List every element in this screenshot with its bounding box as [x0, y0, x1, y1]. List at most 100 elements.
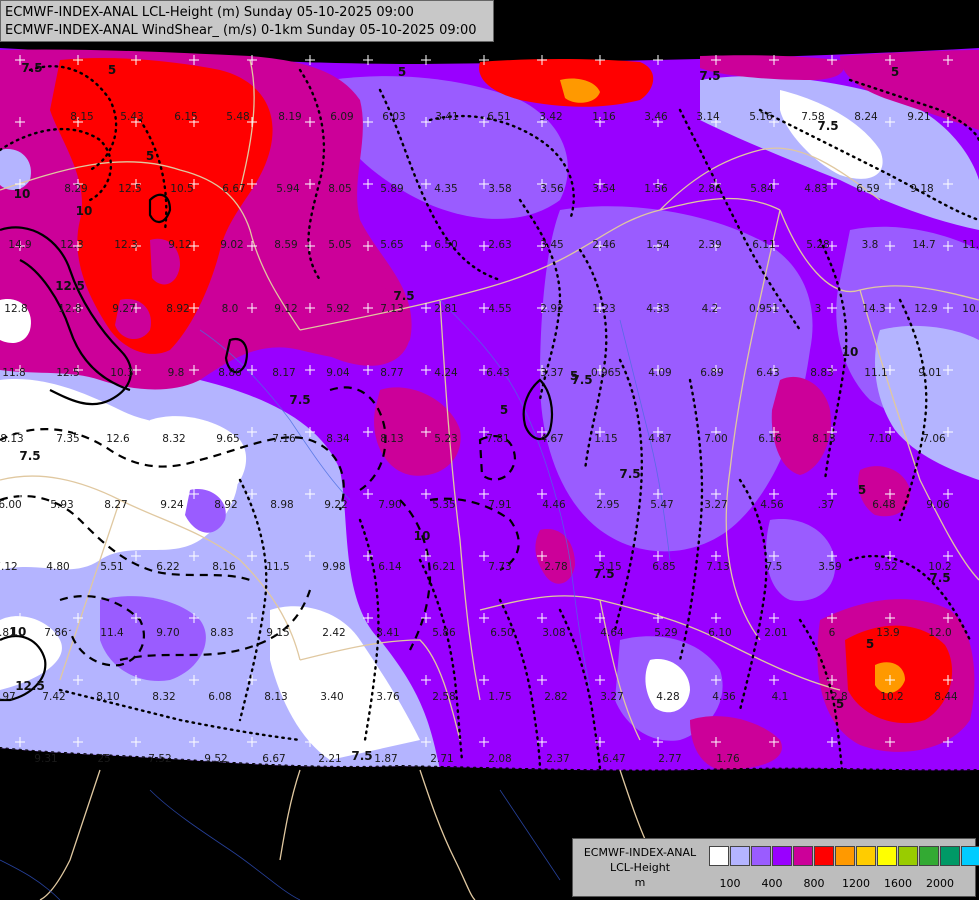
point-value-label: 6.43 [756, 367, 779, 379]
point-value-label: 5.84 [750, 183, 774, 195]
shear-contour-label: 7.5 [289, 393, 310, 407]
point-value-label: 5.94 [276, 183, 300, 195]
point-value-label: 4.33 [646, 303, 669, 315]
point-value-label: 4.46 [542, 499, 566, 511]
point-value-label: 4.80 [46, 561, 69, 573]
point-value-label: 6.89 [700, 367, 723, 379]
shear-contour-label: 5 [570, 369, 578, 383]
point-value-label: 8.17 [272, 367, 295, 379]
point-value-label: 2.37 [546, 753, 569, 765]
point-value-label: 4.67 [540, 433, 563, 445]
point-value-label: 9.18 [910, 183, 933, 195]
point-value-label: 2.95 [596, 499, 619, 511]
point-value-label: 4.87 [648, 433, 671, 445]
point-value-label: 7.52 [148, 753, 171, 765]
point-value-label: 12.9 [914, 303, 937, 315]
point-value-label: 8.81 [0, 627, 16, 639]
point-value-label: 7.5 [766, 561, 783, 573]
point-value-label: 14.7 [912, 239, 935, 251]
point-value-label: 3.54 [592, 183, 616, 195]
point-value-label: 9.02 [220, 239, 243, 251]
shear-contour-label: 10 [76, 204, 93, 218]
point-value-label: 6.16 [758, 433, 782, 445]
point-value-label: 8.05 [328, 183, 351, 195]
legend-swatch [877, 846, 897, 866]
shear-contour-label: 10 [14, 187, 31, 201]
point-value-label: 3.27 [600, 691, 623, 703]
point-value-label: 4.36 [712, 691, 736, 703]
point-value-label: 7.81 [486, 433, 509, 445]
legend-swatch [940, 846, 960, 866]
point-value-label: 7.86 [44, 627, 68, 639]
point-value-label: 7.10 [868, 433, 891, 445]
shear-contour-label: 7.5 [393, 289, 414, 303]
point-value-label: 6.21 [432, 561, 455, 573]
point-value-label: 4.55 [488, 303, 511, 315]
point-value-label: 12.5 [118, 183, 141, 195]
shear-contour-label: 5 [866, 637, 874, 651]
legend-swatches [709, 846, 979, 866]
point-value-label: 6 [829, 627, 836, 639]
shear-contour-label: 12.5 [55, 279, 85, 293]
legend-tick-label: 1200 [842, 877, 870, 890]
point-value-label: 8.92 [166, 303, 189, 315]
point-value-label: 6.50 [490, 627, 513, 639]
point-value-label: 9.21 [907, 111, 930, 123]
point-value-label: 7.35 [56, 433, 79, 445]
point-value-label: 11.8 [2, 367, 25, 379]
point-value-label: 11.5 [266, 561, 289, 573]
point-value-label: 9.15 [266, 627, 289, 639]
point-value-label: 2.21 [318, 753, 341, 765]
point-value-label: 5.28 [806, 239, 829, 251]
point-value-label: 12.3 [114, 239, 137, 251]
point-value-label: 8.59 [274, 239, 297, 251]
point-value-label: 6.67 [222, 183, 245, 195]
point-value-label: 4.1 [772, 691, 789, 703]
point-value-label: 3.41 [435, 111, 458, 123]
point-value-label: 8.32 [162, 433, 185, 445]
point-value-label: 8.29 [64, 183, 87, 195]
point-value-label: 2.78 [544, 561, 567, 573]
point-value-label: 8.13 [264, 691, 287, 703]
point-value-label: 6.48 [872, 499, 895, 511]
point-value-label: 3.40 [320, 691, 343, 703]
point-value-label: 5.51 [100, 561, 123, 573]
point-value-label: 9.12 [168, 239, 191, 251]
color-legend: ECMWF-INDEX-ANAL LCL-Height m 100 400 800 1… [572, 838, 979, 897]
point-value-label: 8.27 [104, 499, 127, 511]
point-value-label: 6.43 [486, 367, 509, 379]
shear-contour-label: 5 [146, 149, 154, 163]
point-value-label: 8.98 [270, 499, 293, 511]
point-value-label: 7.73 [488, 561, 511, 573]
point-value-label: 8.19 [278, 111, 301, 123]
point-value-label: 2.71 [430, 753, 453, 765]
legend-swatch [772, 846, 792, 866]
point-value-label: 3.56 [540, 183, 564, 195]
point-value-label: 8.13 [812, 433, 835, 445]
point-value-label: 5.93 [50, 499, 73, 511]
point-value-label: 8.34 [326, 433, 350, 445]
point-value-label: 5.23 [434, 433, 457, 445]
point-value-label: 3.41 [376, 627, 399, 639]
point-value-label: 8.15 [70, 111, 93, 123]
shear-contour-label: 10 [414, 529, 431, 543]
point-value-label: 9.06 [926, 499, 950, 511]
point-value-label: 9.98 [322, 561, 345, 573]
point-value-label: 8.83 [210, 627, 233, 639]
point-value-label: 9.01 [918, 367, 941, 379]
point-value-label: 25 [97, 753, 110, 765]
point-value-label: 2.82 [544, 691, 567, 703]
point-value-label: 6.47 [602, 753, 625, 765]
point-value-label: 1.15 [594, 433, 617, 445]
point-value-label: 6.10 [708, 627, 731, 639]
point-value-label: 5.86 [432, 627, 456, 639]
point-value-label: 3.59 [818, 561, 841, 573]
point-value-label: 6.51 [487, 111, 510, 123]
point-value-label: 3.8 [862, 239, 879, 251]
point-value-label: 2.01 [764, 627, 787, 639]
point-value-label: 12.3 [60, 239, 83, 251]
map-title-line-1: ECMWF-INDEX-ANAL LCL-Height (m) Sunday 0… [5, 5, 414, 20]
shear-contour-label: 5 [500, 403, 508, 417]
legend-swatch [835, 846, 855, 866]
shear-contour-label: 10 [842, 345, 859, 359]
